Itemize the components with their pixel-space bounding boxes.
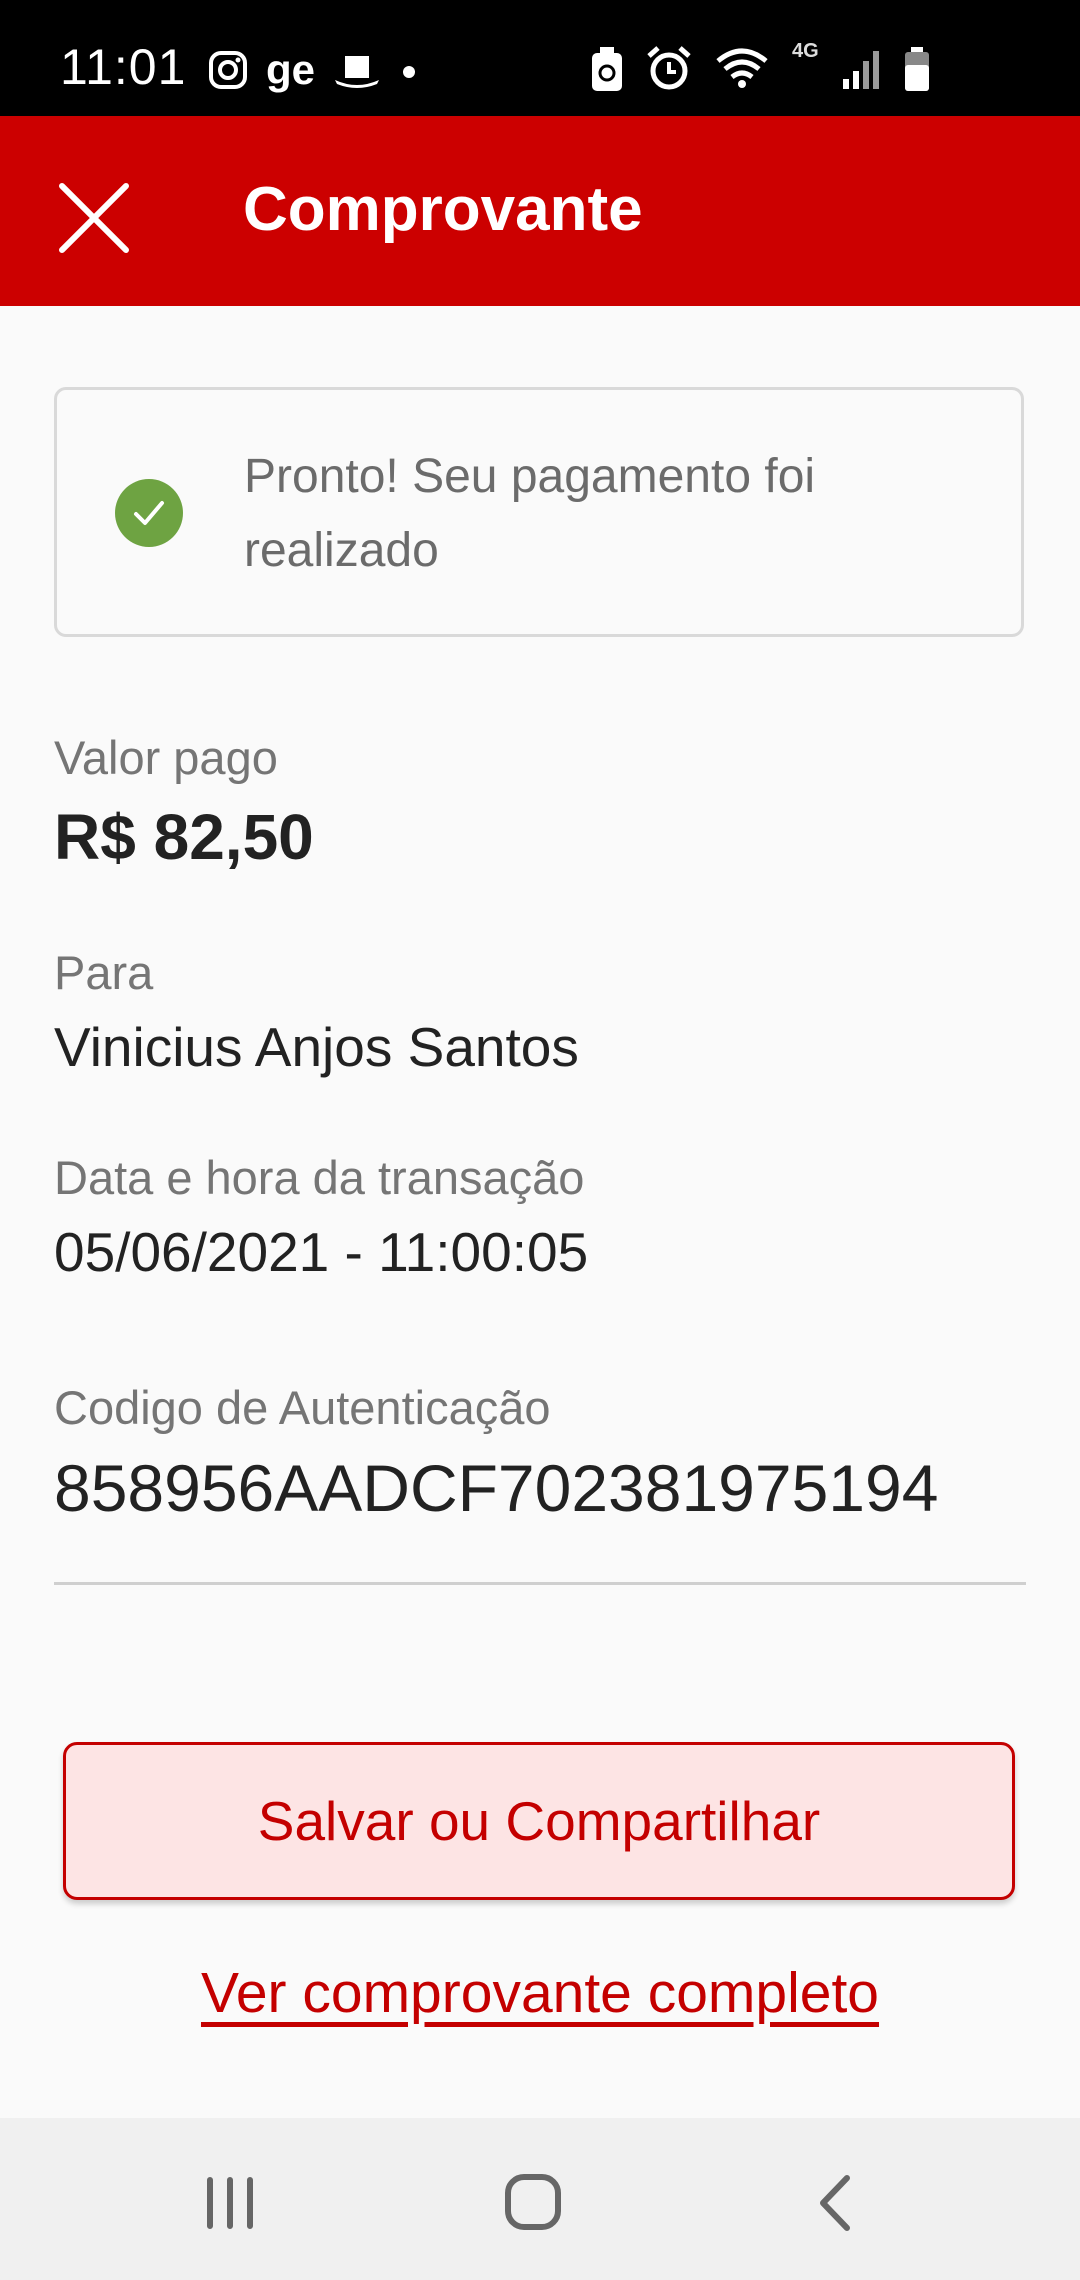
battery-saver-icon (592, 47, 622, 91)
auth-code-value: 858956AADCF702381975194 (54, 1451, 939, 1525)
back-icon (820, 2175, 850, 2231)
app-bar: Comprovante (0, 116, 1080, 306)
alarm-icon (647, 46, 691, 90)
battery-icon (904, 47, 929, 91)
wifi-icon (716, 48, 768, 88)
system-nav-bar (0, 2118, 1080, 2280)
check-circle-icon (115, 479, 183, 547)
datetime-value: 05/06/2021 - 11:00:05 (54, 1221, 589, 1283)
status-time: 11:01 (60, 39, 187, 95)
divider (54, 1582, 1026, 1585)
success-card: Pronto! Seu pagamento foi realizado (54, 387, 1024, 637)
recents-icon (207, 2177, 253, 2229)
instagram-icon (209, 51, 247, 89)
page-title: Comprovante (243, 175, 643, 244)
recipient-value: Vinicius Anjos Santos (54, 1016, 579, 1078)
auth-code-label: Codigo de Autenticação (54, 1381, 551, 1434)
close-button[interactable] (50, 174, 138, 262)
datetime-label: Data e hora da transação (54, 1151, 585, 1204)
save-share-button-label: Salvar ou Compartilhar (257, 1790, 821, 1852)
status-left-icons: ge (208, 46, 419, 94)
network-type-label: 4G (792, 39, 819, 62)
back-button[interactable] (795, 2168, 875, 2238)
hat-icon (335, 56, 380, 88)
close-icon (59, 183, 129, 253)
home-icon (505, 2174, 561, 2230)
status-right-icons: 4G (590, 40, 931, 92)
signal-icon (842, 51, 879, 89)
amount-label: Valor pago (54, 731, 278, 784)
recipient-label: Para (54, 946, 154, 999)
save-share-button[interactable]: Salvar ou Compartilhar (63, 1742, 1015, 1900)
status-bar: 11:01 ge 4G (0, 0, 1080, 116)
full-receipt-link[interactable]: Ver comprovante completo (0, 1960, 1080, 2026)
ge-app-label: ge (266, 46, 316, 93)
recents-button[interactable] (190, 2168, 270, 2238)
amount-value: R$ 82,50 (54, 801, 314, 873)
home-button[interactable] (493, 2168, 573, 2238)
success-message: Pronto! Seu pagamento foi realizado (244, 450, 816, 577)
dot-icon (403, 66, 416, 78)
